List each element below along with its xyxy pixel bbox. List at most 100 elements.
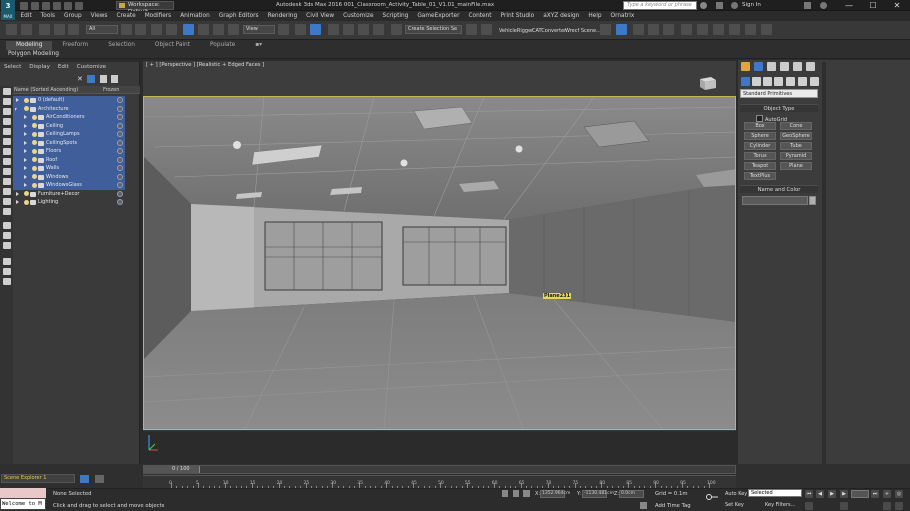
layer-row[interactable]: CeilingLamps [13,130,125,139]
menu-animation[interactable]: Animation [176,13,215,19]
visibility-icon[interactable] [32,157,37,162]
frozen-toggle[interactable] [117,190,123,197]
layer-row[interactable]: Roof [13,155,125,164]
se-close-icon[interactable]: ✕ [77,75,85,83]
cat-converter-button[interactable]: CATConverter [532,28,566,34]
menu-modifiers[interactable]: Modifiers [140,13,175,19]
placement-icon[interactable] [228,24,239,35]
create-tab-icon[interactable] [741,62,750,71]
menu-gameexporter[interactable]: GameExporter [413,13,464,19]
workspace-selector[interactable]: Workspace: Default [116,1,174,15]
display-lights-icon[interactable] [3,108,11,115]
new-file-icon[interactable] [19,1,28,10]
utilities-tab-icon[interactable] [806,62,815,71]
pan-icon[interactable] [883,502,891,510]
se-pin-icon[interactable] [111,75,118,83]
ribbon-tab-selection[interactable]: Selection [98,41,145,50]
select-and-rotate-icon[interactable] [198,24,209,35]
display-helpers-icon[interactable] [3,128,11,135]
x-coord-field[interactable]: 1352.964cm [540,490,570,498]
a360-render-icon[interactable] [761,24,772,35]
layer-row[interactable]: Lighting [13,198,125,207]
help-icon[interactable] [820,2,827,9]
col-name-header[interactable]: Name (Sorted Ascending) [14,87,78,93]
motion-tab-icon[interactable] [780,62,789,71]
filter-icon[interactable] [3,258,11,265]
expand-icon[interactable] [24,157,27,162]
expand-icon[interactable] [16,200,19,204]
key-selection-dropdown[interactable]: Selected [748,489,802,497]
menu-group[interactable]: Group [60,13,87,19]
align-icon[interactable] [481,24,492,35]
se-filter-icon[interactable] [87,75,95,83]
col-frozen-header[interactable]: Frozen [103,87,119,93]
ribbon-tab-freeform[interactable]: Freeform [52,41,98,50]
expand-icon[interactable] [24,166,27,170]
material-editor-icon[interactable] [681,24,692,35]
menu-rendering[interactable]: Rendering [263,13,302,19]
ribbon-tab-modeling[interactable]: Modeling [6,41,53,50]
search-input[interactable]: Type a keyword or phrase [623,1,697,10]
cameras-icon[interactable] [774,77,783,86]
menu-scripting[interactable]: Scripting [378,13,413,19]
menu-customize[interactable]: Customize [339,13,378,19]
go-to-end-icon[interactable]: ⏭ [871,490,879,498]
time-config-icon[interactable] [840,502,848,510]
minimize-button[interactable]: — [836,0,862,11]
expand-icon[interactable] [24,123,27,128]
teapot-button[interactable]: Teapot [744,162,776,170]
frozen-toggle[interactable] [117,148,123,154]
y-coord-field[interactable]: -1130.481cm [582,490,614,498]
frozen-toggle[interactable] [117,173,123,180]
schematic-view-icon[interactable] [663,24,674,35]
menu-create[interactable]: Create [112,13,140,19]
visibility-icon[interactable] [32,174,37,179]
geosphere-button[interactable]: GeoSphere [780,132,812,140]
previous-frame-icon[interactable]: ◀ [816,490,824,498]
menu-edit[interactable]: Edit [16,13,36,19]
display-shapes-icon[interactable] [3,98,11,105]
current-frame-field[interactable] [851,490,869,498]
display-all-icon[interactable] [3,208,11,215]
save-icon[interactable] [41,1,50,10]
expand-icon[interactable] [24,115,27,119]
key-filters-button[interactable]: Key Filters... [765,502,795,508]
perspective-viewport[interactable] [143,96,736,430]
redo-icon[interactable] [63,1,72,10]
torus-button[interactable]: Torus [744,152,776,160]
layer-explorer-icon[interactable] [80,475,89,483]
visibility-icon[interactable] [32,131,37,137]
expand-icon[interactable] [24,149,27,153]
display-containers-icon[interactable] [3,178,11,185]
window-crossing-icon[interactable] [166,24,177,35]
auto-key-button[interactable]: Auto Key [725,491,747,497]
key-mode-icon[interactable] [805,502,813,510]
unlink-icon[interactable] [54,24,65,35]
viewport-label[interactable]: [ + ] [Perspective ] [Realistic + Edged … [146,62,264,68]
selection-lock-icon[interactable] [513,490,519,497]
select-and-scale-icon[interactable] [213,24,224,35]
toggle-layer-explorer-icon[interactable] [616,24,627,35]
named-selection-dropdown[interactable]: Create Selection Se [405,25,462,34]
display-none-icon[interactable] [3,222,11,229]
se-menu-customize[interactable]: Customize [77,64,106,70]
display-cameras-icon[interactable] [3,118,11,125]
object-name-field[interactable] [742,196,808,205]
se-menu-select[interactable]: Select [4,64,21,70]
link-icon[interactable] [39,24,50,35]
display-hidden-icon[interactable] [3,198,11,205]
layer-row[interactable]: Windows [13,172,125,181]
menu-views[interactable]: Views [86,13,112,19]
redo-icon[interactable] [21,24,32,35]
exchange-apps-icon[interactable] [804,2,811,9]
name-color-rollout[interactable]: Name and Color [740,185,818,193]
frozen-toggle[interactable] [117,199,123,205]
visibility-icon[interactable] [24,106,29,111]
menu-tools[interactable]: Tools [36,13,59,19]
time-tag-icon[interactable] [640,502,647,509]
display-groups-icon[interactable] [3,148,11,155]
layer-row[interactable]: Ceiling [13,121,125,130]
angle-snap-icon[interactable] [343,24,354,35]
undo-icon[interactable] [6,24,17,35]
add-time-tag-button[interactable]: Add Time Tag [655,503,691,509]
